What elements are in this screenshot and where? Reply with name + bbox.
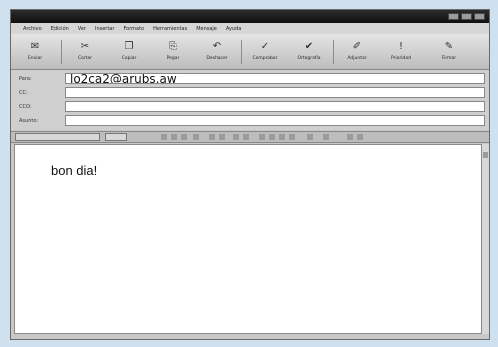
- sign-icon: ✎: [444, 41, 454, 52]
- paste-button[interactable]: ⎘ Pegar: [153, 39, 193, 65]
- attach-button[interactable]: ✐ Adjuntar: [337, 39, 377, 65]
- table-icon[interactable]: [357, 134, 363, 140]
- message-header: Para: lo2ca2@arubs.aw CC: CCO: Asunto:: [11, 70, 489, 130]
- message-body[interactable]: bon dia!: [14, 144, 482, 334]
- to-field[interactable]: lo2ca2@arubs.aw: [65, 73, 485, 84]
- font-size-select[interactable]: [105, 133, 127, 141]
- spelling-button[interactable]: ✔ Ortografía: [289, 39, 329, 65]
- check-names-icon: ✓: [260, 41, 270, 52]
- subject-row: Asunto:: [17, 115, 485, 128]
- cc-row: CC:: [17, 87, 485, 100]
- check-names-button[interactable]: ✓ Comprobar: [245, 39, 285, 65]
- send-icon: ✉: [30, 41, 40, 52]
- menu-tools[interactable]: Herramientas: [153, 26, 187, 32]
- sign-button[interactable]: ✎ Firmar: [429, 39, 469, 65]
- maximize-button[interactable]: [461, 13, 472, 20]
- priority-button[interactable]: ! Prioridad: [381, 39, 421, 65]
- align-center-icon[interactable]: [269, 134, 275, 140]
- title-bar[interactable]: [11, 10, 489, 23]
- copy-button[interactable]: ❐ Copiar: [109, 39, 149, 65]
- send-button[interactable]: ✉ Enviar: [15, 39, 55, 65]
- toolbar-separator: [61, 40, 62, 64]
- bcc-label[interactable]: CCO:: [19, 104, 32, 110]
- menu-help[interactable]: Ayuda: [226, 26, 241, 32]
- undo-label: Deshacer: [206, 56, 228, 61]
- subject-label: Asunto:: [19, 118, 39, 124]
- numbered-list-icon[interactable]: [209, 134, 215, 140]
- minimize-button[interactable]: [448, 13, 459, 20]
- sign-label: Firmar: [441, 56, 457, 61]
- undo-button[interactable]: ↶ Deshacer: [197, 39, 237, 65]
- align-left-icon[interactable]: [259, 134, 265, 140]
- cc-field[interactable]: [65, 87, 485, 98]
- toolbar: ✉ Enviar ✂ Cortar ❐ Copiar ⎘ Pegar ↶ Des…: [11, 34, 489, 70]
- scroll-thumb[interactable]: [483, 152, 488, 158]
- menu-file[interactable]: Archivo: [23, 26, 42, 32]
- toolbar-separator: [241, 40, 242, 64]
- cc-label[interactable]: CC:: [19, 90, 28, 96]
- decrease-indent-icon[interactable]: [233, 134, 239, 140]
- priority-icon: !: [398, 41, 403, 52]
- font-color-icon[interactable]: [193, 134, 199, 140]
- copy-icon: ❐: [124, 41, 134, 52]
- justify-icon[interactable]: [289, 134, 295, 140]
- spelling-label: Ortografía: [297, 56, 321, 61]
- toolbar-separator: [333, 40, 334, 64]
- underline-icon[interactable]: [181, 134, 187, 140]
- undo-icon: ↶: [212, 41, 222, 52]
- scissors-icon: ✂: [80, 41, 90, 52]
- close-button[interactable]: [474, 13, 485, 20]
- link-icon[interactable]: [323, 134, 329, 140]
- menu-view[interactable]: Ver: [78, 26, 86, 32]
- check-names-label: Comprobar: [252, 56, 278, 61]
- attach-icon: ✐: [352, 41, 362, 52]
- menu-format[interactable]: Formato: [123, 26, 144, 32]
- bcc-field[interactable]: [65, 101, 485, 112]
- italic-icon[interactable]: [171, 134, 177, 140]
- insert-picture-icon[interactable]: [347, 134, 353, 140]
- paste-icon: ⎘: [169, 41, 177, 52]
- increase-indent-icon[interactable]: [243, 134, 249, 140]
- spelling-icon: ✔: [304, 41, 314, 52]
- menu-edit[interactable]: Edición: [51, 26, 69, 32]
- menu-insert[interactable]: Insertar: [95, 26, 114, 32]
- cut-button[interactable]: ✂ Cortar: [65, 39, 105, 65]
- paste-label: Pegar: [166, 56, 180, 61]
- send-label: Enviar: [27, 56, 43, 61]
- cut-label: Cortar: [77, 56, 93, 61]
- compose-window: Archivo Edición Ver Insertar Formato Her…: [10, 9, 490, 340]
- copy-label: Copiar: [121, 56, 137, 61]
- align-right-icon[interactable]: [279, 134, 285, 140]
- bold-icon[interactable]: [161, 134, 167, 140]
- subject-field[interactable]: [65, 115, 485, 126]
- vertical-scrollbar[interactable]: [481, 144, 489, 334]
- message-body-text: bon dia!: [51, 163, 98, 178]
- attach-label: Adjuntar: [347, 56, 367, 61]
- menu-bar: Archivo Edición Ver Insertar Formato Her…: [11, 23, 489, 34]
- bullet-list-icon[interactable]: [219, 134, 225, 140]
- font-select[interactable]: [15, 133, 100, 141]
- to-row: Para: lo2ca2@arubs.aw: [17, 73, 485, 86]
- horizontal-line-icon[interactable]: [307, 134, 313, 140]
- bcc-row: CCO:: [17, 101, 485, 114]
- priority-label: Prioridad: [390, 56, 412, 61]
- to-label[interactable]: Para:: [19, 76, 32, 82]
- menu-message[interactable]: Mensaje: [196, 26, 217, 32]
- formatting-toolbar: [11, 131, 489, 143]
